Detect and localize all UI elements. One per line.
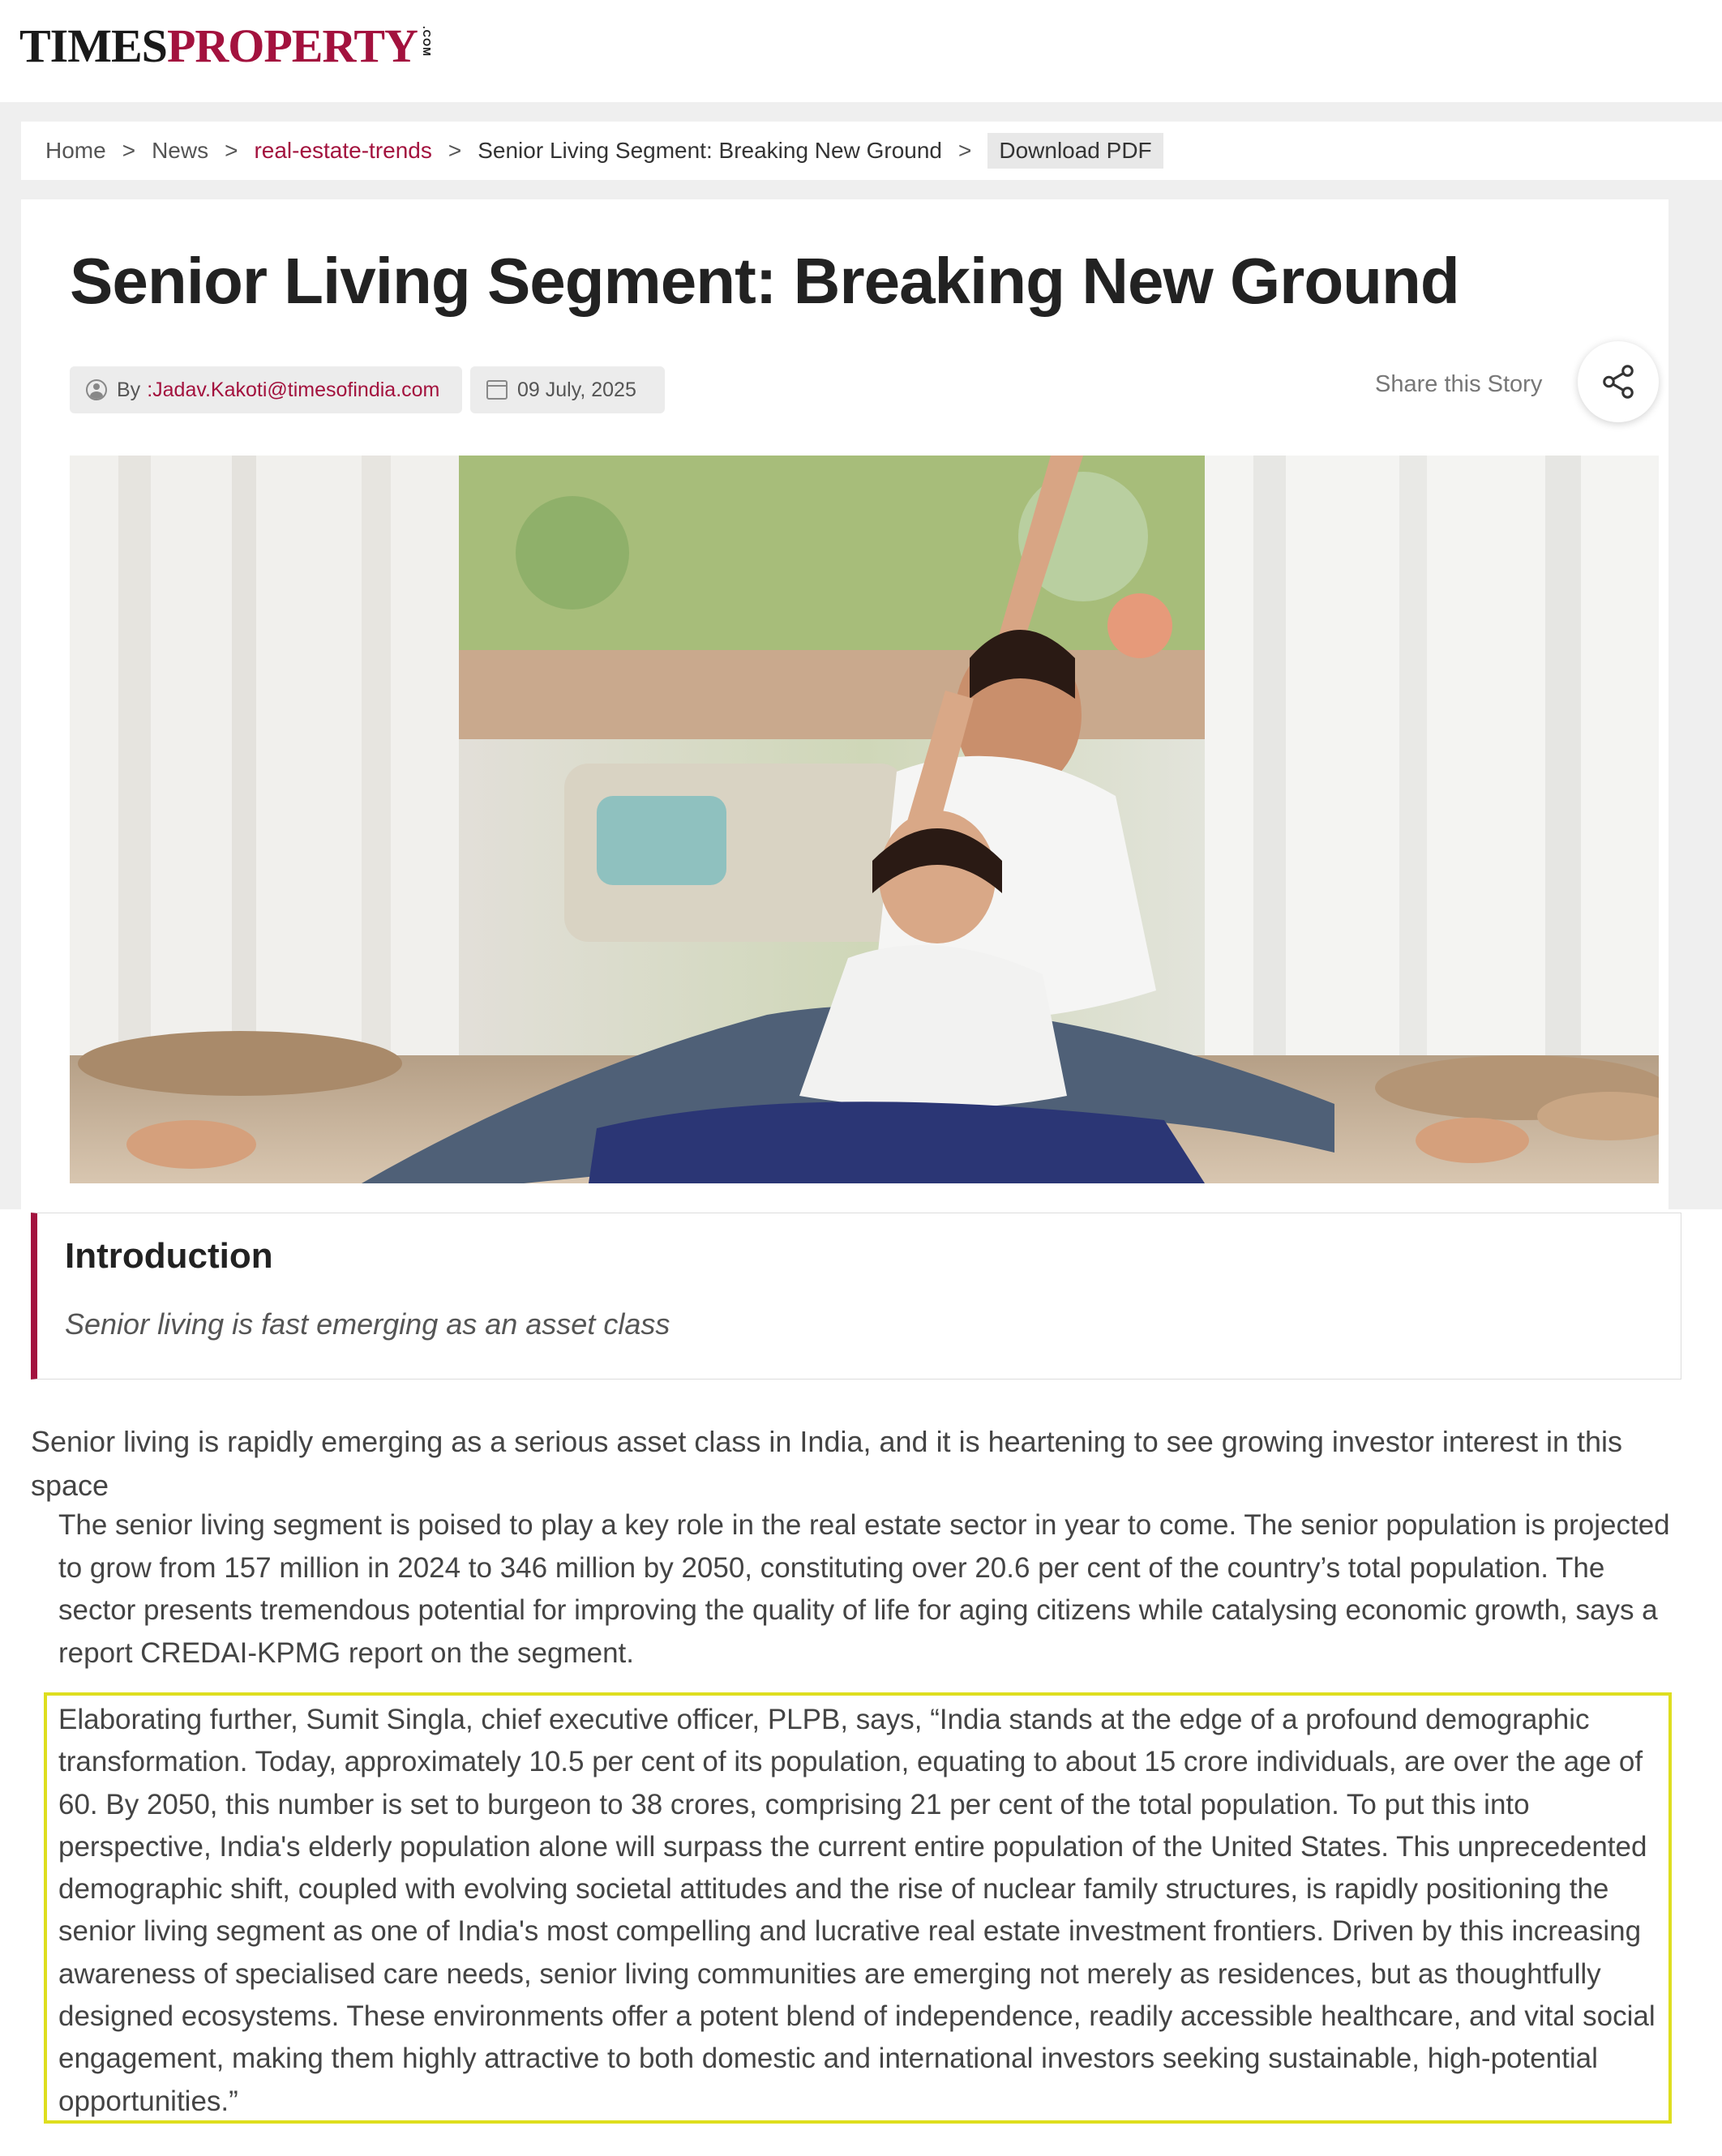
user-icon bbox=[86, 379, 107, 400]
article-paragraph: The senior living segment is poised to p… bbox=[58, 1509, 1670, 1669]
author-link[interactable]: :Jadav.Kakoti@timesofindia.com bbox=[147, 379, 439, 402]
share-label: Share this Story bbox=[1375, 371, 1543, 397]
site-header: TIMES PROPERTY .COM bbox=[0, 0, 1722, 102]
breadcrumb: Home > News > real-estate-trends > Senio… bbox=[21, 122, 1722, 180]
download-pdf-button[interactable]: Download PDF bbox=[987, 133, 1163, 169]
logo-property: PROPERTY bbox=[166, 19, 418, 72]
article-lead: Senior living is rapidly emerging as a s… bbox=[31, 1425, 1623, 1502]
date-chip: 09 July, 2025 bbox=[470, 366, 665, 413]
calendar-icon bbox=[486, 380, 508, 400]
quote-paragraph: Elaborating further, Sumit Singla, chief… bbox=[58, 1704, 1656, 2117]
breadcrumb-news[interactable]: News bbox=[152, 138, 208, 164]
article-card: Senior Living Segment: Breaking New Grou… bbox=[21, 199, 1668, 1209]
share-icon bbox=[1603, 365, 1634, 399]
breadcrumb-separator: > bbox=[225, 138, 238, 163]
share-button[interactable] bbox=[1578, 341, 1659, 422]
author-by-label: By bbox=[117, 378, 141, 401]
breadcrumb-home[interactable]: Home bbox=[45, 138, 106, 164]
logo-times: TIMES bbox=[19, 19, 168, 72]
intro-heading: Introduction bbox=[65, 1236, 273, 1276]
hero-illustration bbox=[70, 456, 1659, 1183]
breadcrumb-separator: > bbox=[448, 138, 462, 163]
site-logo[interactable]: TIMES PROPERTY .COM bbox=[19, 21, 433, 71]
article-title: Senior Living Segment: Breaking New Grou… bbox=[70, 245, 1460, 317]
breadcrumb-current: Senior Living Segment: Breaking New Grou… bbox=[478, 138, 942, 163]
author-chip: By :Jadav.Kakoti@timesofindia.com bbox=[70, 366, 462, 413]
hero-image bbox=[70, 456, 1659, 1183]
breadcrumb-category[interactable]: real-estate-trends bbox=[254, 138, 431, 164]
breadcrumb-separator: > bbox=[122, 138, 136, 163]
logo-com: .COM bbox=[420, 26, 433, 57]
breadcrumb-separator: > bbox=[958, 138, 972, 163]
intro-box: Introduction Senior living is fast emerg… bbox=[31, 1213, 1681, 1380]
publish-date: 09 July, 2025 bbox=[517, 378, 636, 401]
intro-subheading: Senior living is fast emerging as an ass… bbox=[65, 1307, 670, 1341]
